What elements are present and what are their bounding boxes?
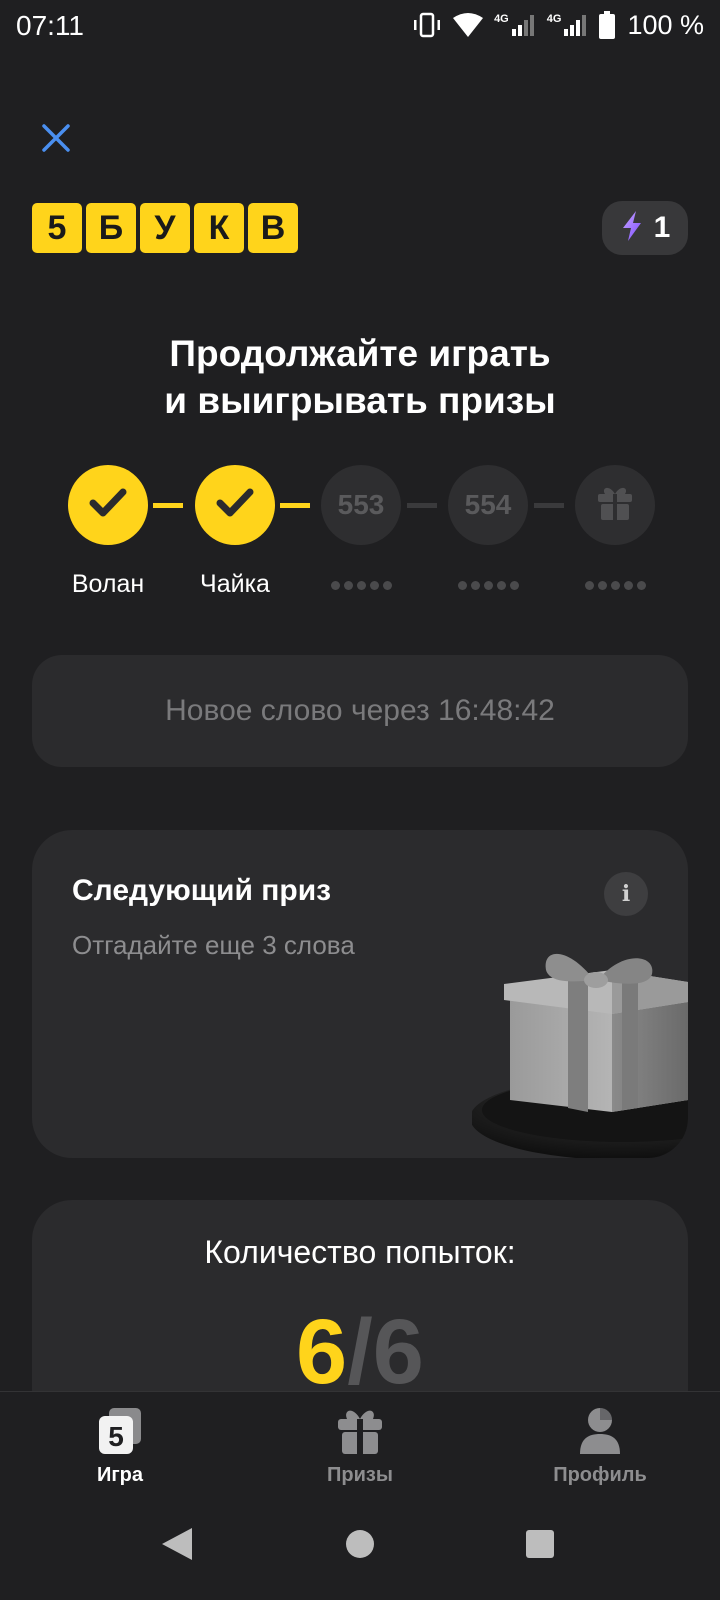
progress-step <box>550 465 680 605</box>
close-icon <box>41 123 71 158</box>
nav-label-prizes: Призы <box>327 1464 393 1486</box>
headline-line-2: и выигрывать призы <box>164 380 556 421</box>
back-triangle-icon <box>160 1526 194 1567</box>
prize-subtitle: Отгадайте еще 3 слова <box>72 930 355 960</box>
hidden-word-dots <box>296 581 426 590</box>
vibrate-icon <box>412 12 442 38</box>
app-screen: 07:11 4G 4G 100 % 5 Б У К В 1 Продолжайт… <box>0 0 720 1600</box>
hidden-word-dots <box>550 581 680 590</box>
home-button[interactable] <box>335 1521 385 1571</box>
nav-label-profile: Профиль <box>553 1464 647 1486</box>
gift-box-illustration <box>472 953 688 1158</box>
next-word-timer: Новое слово через 16:48:42 <box>32 655 688 767</box>
logo-tile: В <box>248 203 298 253</box>
network-type-1: 4G <box>494 13 509 25</box>
info-button[interactable]: i <box>604 872 648 916</box>
step-word: Волан <box>71 570 145 598</box>
step-done-circle <box>68 465 148 545</box>
app-logo: 5 Б У К В <box>32 203 298 253</box>
headline: Продолжайте играть и выигрывать призы <box>0 330 720 424</box>
energy-count: 1 <box>653 211 671 244</box>
recents-square-icon <box>524 1528 556 1565</box>
progress-step: Чайка <box>170 465 300 605</box>
step-number: 553 <box>321 465 401 545</box>
attempts-title: Количество попыток: <box>204 1234 516 1270</box>
progress-step: 553 <box>296 465 426 605</box>
close-button[interactable] <box>36 120 76 160</box>
attempts-counter: 6/6 <box>32 1300 688 1405</box>
info-icon: i <box>621 881 631 907</box>
battery-level: 100 % <box>627 9 704 40</box>
status-time: 07:11 <box>16 10 84 41</box>
progress-steps: Волан Чайка 553 554 <box>0 465 720 605</box>
nav-label-game: Игра <box>96 1464 144 1486</box>
game-icon: 5 <box>99 1408 141 1454</box>
system-navigation-bar <box>0 1491 720 1600</box>
nav-item-prizes[interactable]: Призы <box>260 1406 460 1486</box>
wifi-icon <box>452 12 484 38</box>
network-type-2: 4G <box>546 13 562 25</box>
checkmark-icon <box>88 487 128 524</box>
gift-icon <box>338 1410 382 1454</box>
attempts-separator: / <box>347 1301 373 1403</box>
headline-line-1: Продолжайте играть <box>169 333 551 374</box>
signal-2-icon: 4G <box>547 13 590 37</box>
profile-icon <box>580 1408 620 1454</box>
step-word: Чайка <box>200 570 270 598</box>
attempts-left: 6 <box>296 1301 348 1403</box>
logo-tile: 5 <box>32 203 82 253</box>
prize-title: Следующий приз <box>72 874 332 907</box>
svg-text:5: 5 <box>108 1421 124 1452</box>
bottom-navigation: 5 Игра Призы Профиль <box>0 1391 720 1491</box>
nav-item-profile[interactable]: Профиль <box>500 1406 700 1486</box>
status-icons: 4G 4G 100 % <box>412 8 704 42</box>
next-prize-card[interactable]: Следующий приз Отгадайте еще 3 слова i <box>32 830 688 1158</box>
signal-1-icon: 4G <box>494 13 537 37</box>
step-gift-circle <box>575 465 655 545</box>
status-bar: 07:11 4G 4G 100 % <box>0 0 720 52</box>
nav-item-game[interactable]: 5 Игра <box>20 1406 220 1486</box>
energy-badge[interactable]: 1 <box>602 201 688 255</box>
gift-icon <box>595 482 635 529</box>
checkmark-icon <box>215 487 255 524</box>
progress-step: Волан <box>43 465 173 605</box>
recents-button[interactable] <box>515 1521 565 1571</box>
home-circle-icon <box>344 1528 376 1565</box>
step-done-circle <box>195 465 275 545</box>
timer-text: Новое слово через 16:48:42 <box>165 694 555 727</box>
hidden-word-dots <box>423 581 553 590</box>
logo-tile: У <box>140 203 190 253</box>
attempts-total: 6 <box>372 1301 424 1403</box>
battery-icon <box>599 11 616 39</box>
progress-step: 554 <box>423 465 553 605</box>
logo-tile: К <box>194 203 244 253</box>
logo-tile: Б <box>86 203 136 253</box>
back-button[interactable] <box>152 1521 202 1571</box>
lightning-icon <box>620 210 644 247</box>
step-number: 554 <box>448 465 528 545</box>
